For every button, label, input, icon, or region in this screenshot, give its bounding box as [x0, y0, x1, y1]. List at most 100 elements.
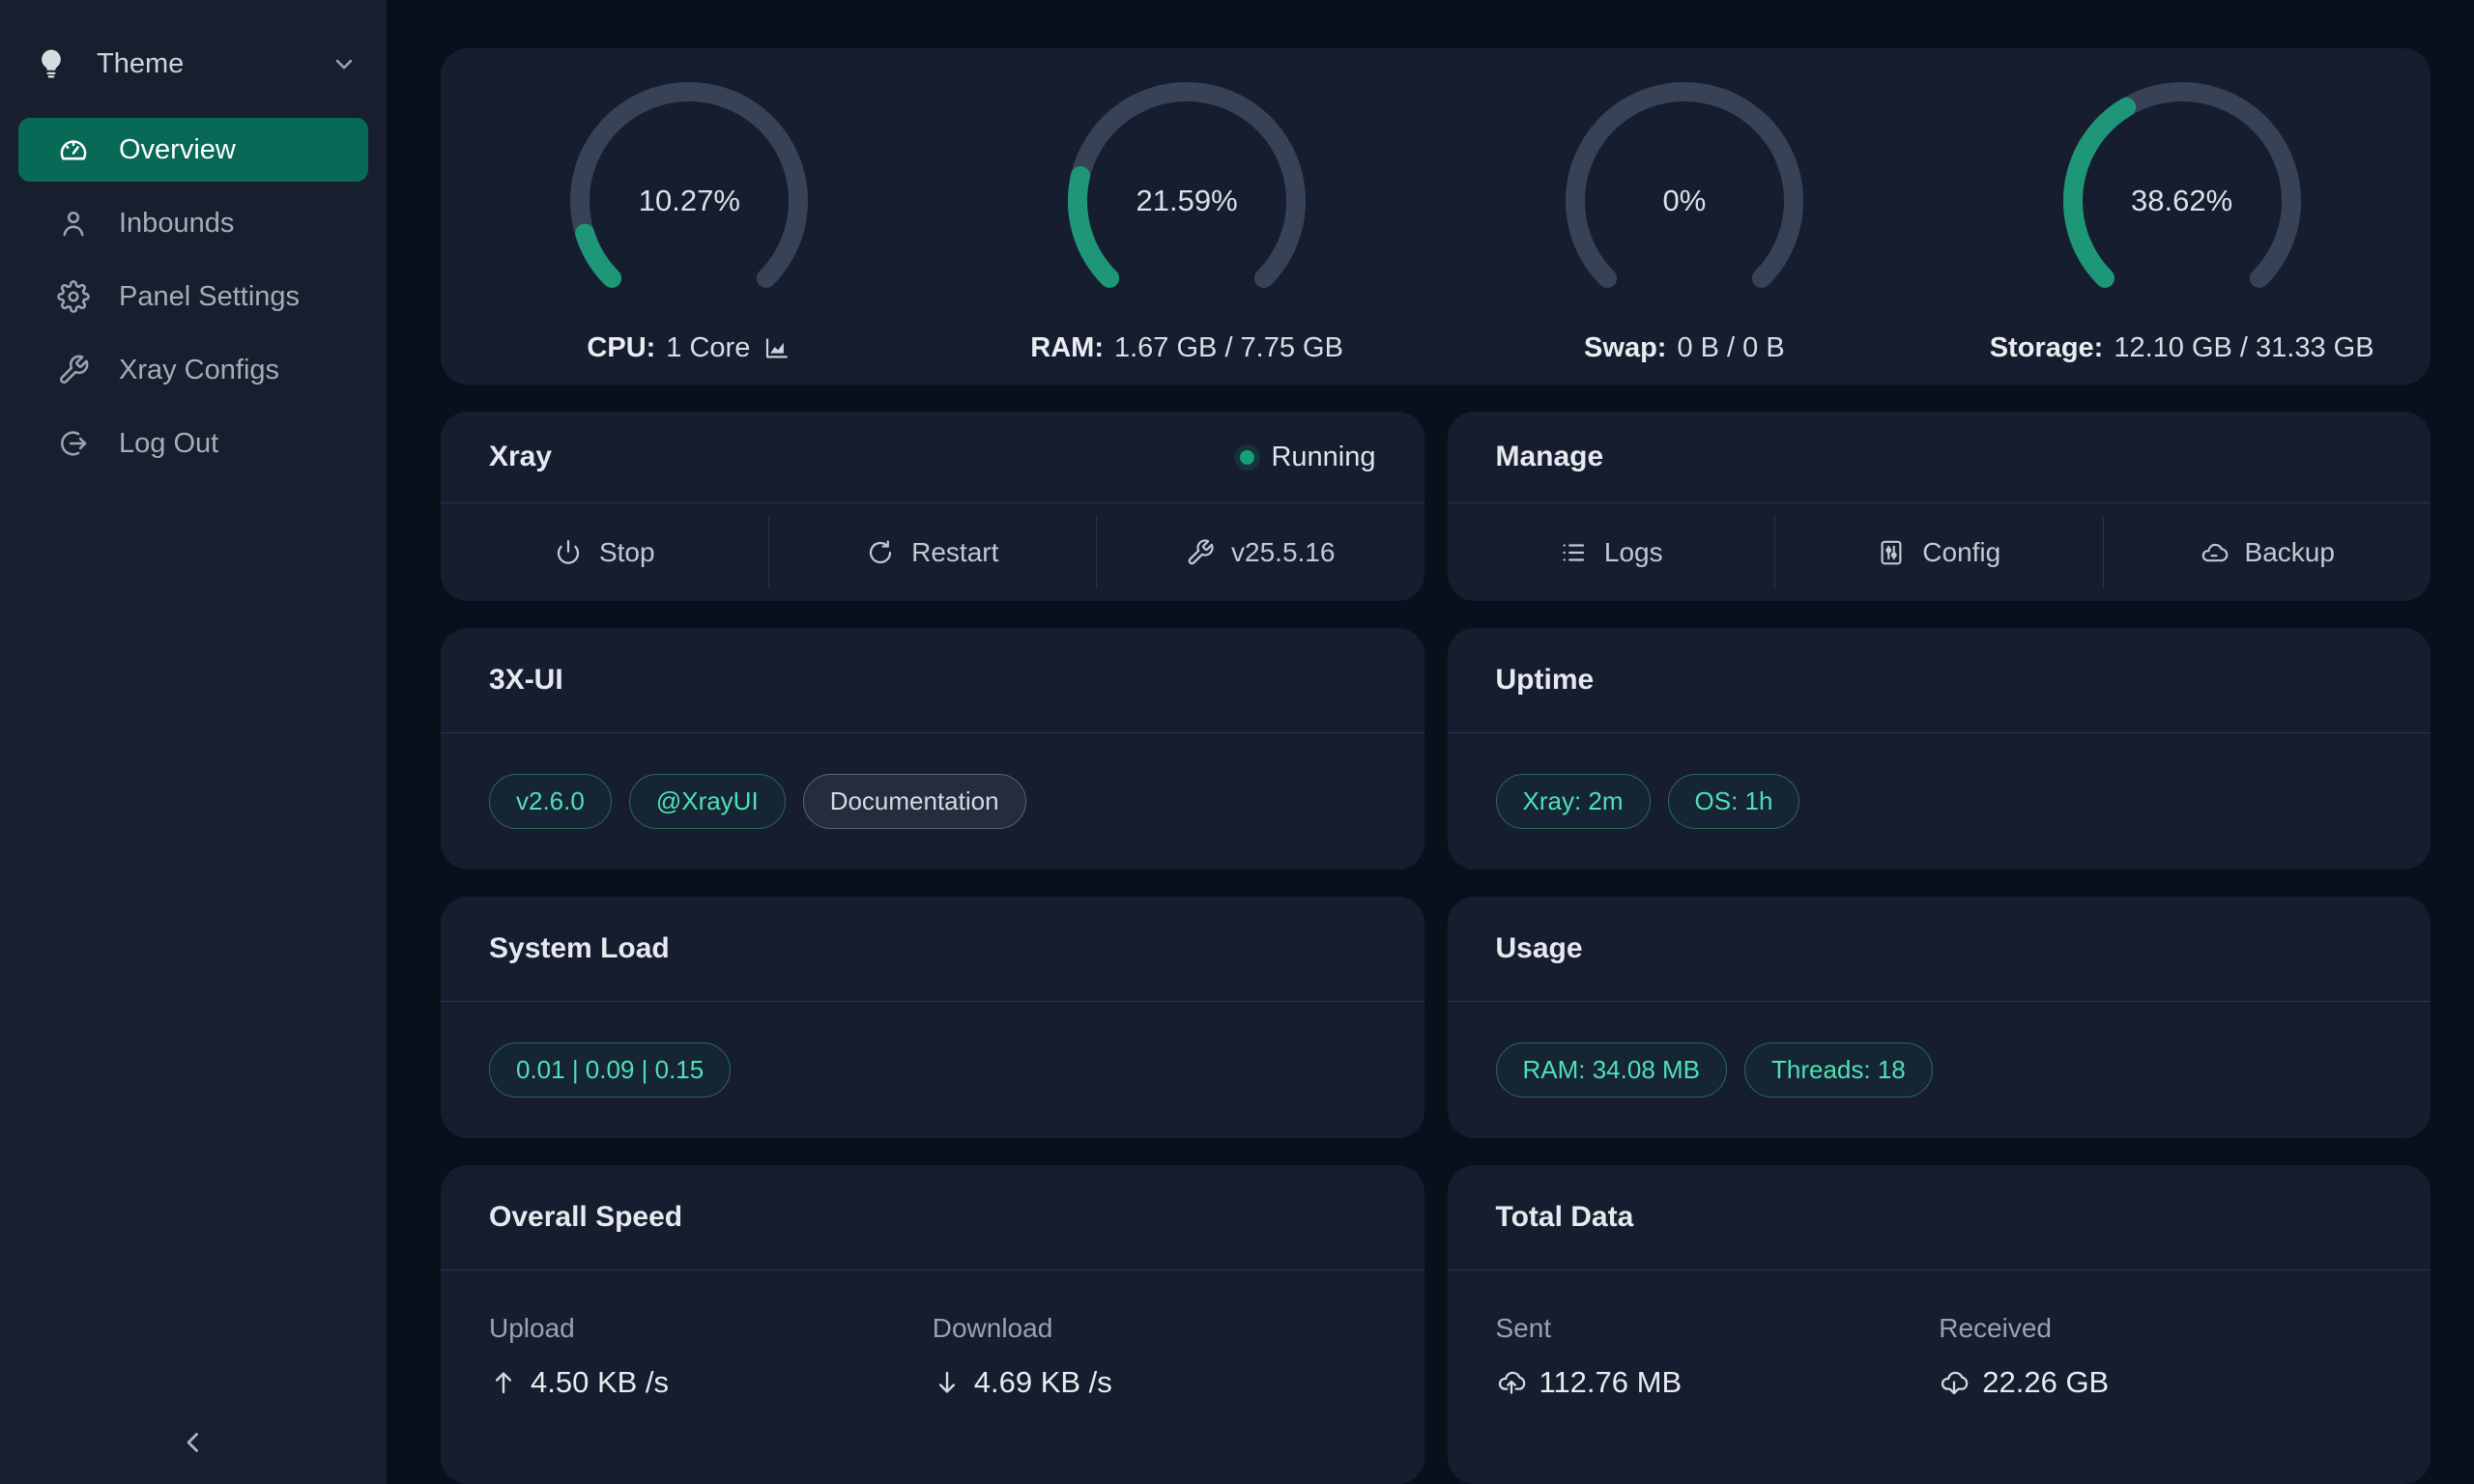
usage-card-header: Usage	[1448, 897, 2431, 1002]
swap-gauge: 0% Swap: 0 B / 0 B	[1436, 75, 1934, 364]
speed-metrics: Upload 4.50 KB /s Download	[441, 1270, 1424, 1484]
storage-gauge-value: 38.62%	[2057, 75, 2308, 327]
stop-button[interactable]: Stop	[441, 503, 768, 601]
config-button[interactable]: Config	[1775, 503, 2103, 601]
manage-card: Manage Logs	[1448, 412, 2431, 601]
card-title: Uptime	[1496, 664, 1595, 697]
system-stats-card: 10.27% CPU: 1 Core	[441, 48, 2431, 385]
xray-status: Running	[1240, 442, 1375, 473]
ram-gauge: 21.59% RAM: 1.67 GB / 7.75 GB	[938, 75, 1436, 364]
sidebar-item-label: Log Out	[119, 428, 218, 460]
wrench-icon	[1186, 538, 1215, 567]
status-dot	[1240, 450, 1254, 465]
swap-gauge-value: 0%	[1559, 75, 1810, 327]
xrayui-badge[interactable]: @XrayUI	[629, 774, 786, 829]
sidebar-item-inbounds[interactable]: Inbounds	[18, 191, 368, 255]
cloud-upload-icon	[1496, 1367, 1527, 1398]
xui-card-header: 3X-UI	[441, 628, 1424, 733]
backup-button[interactable]: Backup	[2104, 503, 2431, 601]
documentation-badge[interactable]: Documentation	[803, 774, 1026, 829]
app-window: Theme Overview	[0, 0, 2474, 1484]
received-value: 22.26 GB	[1939, 1365, 2382, 1400]
arrow-up-icon	[489, 1368, 518, 1397]
sidebar-item-label: Overview	[119, 134, 236, 166]
chevron-left-icon	[177, 1426, 210, 1459]
xray-actions: Stop Restart	[441, 503, 1424, 601]
arrow-down-icon	[933, 1368, 962, 1397]
xui-badges: v2.6.0 @XrayUI Documentation	[441, 733, 1424, 870]
wrench-icon	[57, 354, 90, 386]
xray-uptime-badge: Xray: 2m	[1496, 774, 1651, 829]
status-label: Running	[1271, 442, 1375, 473]
sidebar-item-xray-configs[interactable]: Xray Configs	[18, 338, 368, 402]
sidebar-item-log-out[interactable]: Log Out	[18, 412, 368, 475]
received-label: Received	[1939, 1313, 2382, 1344]
upload-label: Upload	[489, 1313, 933, 1344]
total-data-metrics: Sent 112.76 MB Received	[1448, 1270, 2431, 1484]
logs-button[interactable]: Logs	[1448, 503, 1775, 601]
card-title: Total Data	[1496, 1201, 1634, 1234]
system-load-card: System Load 0.01 | 0.09 | 0.15	[441, 897, 1424, 1138]
sidebar-collapse-button[interactable]	[0, 1416, 387, 1469]
usage-card: Usage RAM: 34.08 MB Threads: 18	[1448, 897, 2431, 1138]
os-uptime-badge: OS: 1h	[1668, 774, 1800, 829]
sidebar-item-label: Panel Settings	[119, 281, 300, 313]
sliders-icon	[1877, 538, 1906, 567]
sidebar-item-label: Inbounds	[119, 208, 234, 240]
overall-speed-card: Overall Speed Upload 4.50 KB /s	[441, 1165, 1424, 1484]
card-title: Usage	[1496, 932, 1583, 965]
card-title: 3X-UI	[489, 664, 563, 697]
storage-gauge: 38.62% Storage: 12.10 GB / 31.33 GB	[1933, 75, 2431, 364]
cpu-gauge: 10.27% CPU: 1 Core	[441, 75, 938, 364]
xray-version-button[interactable]: v25.5.16	[1097, 503, 1424, 601]
system-load-badges: 0.01 | 0.09 | 0.15	[441, 1002, 1424, 1138]
speedometer-icon	[57, 133, 90, 166]
manage-card-header: Manage	[1448, 412, 2431, 503]
overall-speed-card-header: Overall Speed	[441, 1165, 1424, 1270]
cloud-download-icon	[1939, 1367, 1970, 1398]
list-icon	[1559, 538, 1588, 567]
restart-button[interactable]: Restart	[769, 503, 1097, 601]
ram-gauge-value: 21.59%	[1061, 75, 1312, 327]
uptime-card: Uptime Xray: 2m OS: 1h	[1448, 628, 2431, 870]
xray-card-header: Xray Running	[441, 412, 1424, 503]
restart-icon	[866, 538, 895, 567]
sidebar-item-overview[interactable]: Overview	[18, 118, 368, 182]
cpu-gauge-label: CPU: 1 Core	[587, 332, 791, 364]
uptime-card-header: Uptime	[1448, 628, 2431, 733]
theme-selector[interactable]: Theme	[35, 33, 358, 95]
sidebar: Theme Overview	[0, 0, 387, 1484]
sent-label: Sent	[1496, 1313, 1940, 1344]
version-badge[interactable]: v2.6.0	[489, 774, 612, 829]
power-icon	[554, 538, 583, 567]
threads-badge: Threads: 18	[1744, 1042, 1933, 1098]
sent-metric: Sent 112.76 MB	[1496, 1270, 1940, 1484]
swap-gauge-label: Swap: 0 B / 0 B	[1584, 332, 1785, 364]
ram-usage-badge: RAM: 34.08 MB	[1496, 1042, 1728, 1098]
ram-gauge-label: RAM: 1.67 GB / 7.75 GB	[1030, 332, 1343, 364]
xui-card: 3X-UI v2.6.0 @XrayUI Documentation	[441, 628, 1424, 870]
sidebar-nav: Overview Inbounds Panel	[0, 118, 387, 475]
cpu-gauge-value: 10.27%	[563, 75, 815, 327]
load-average-badge: 0.01 | 0.09 | 0.15	[489, 1042, 731, 1098]
sent-value: 112.76 MB	[1496, 1365, 1940, 1400]
card-title: System Load	[489, 932, 670, 965]
download-metric: Download 4.69 KB /s	[933, 1270, 1376, 1484]
upload-metric: Upload 4.50 KB /s	[489, 1270, 933, 1484]
card-title: Xray	[489, 441, 552, 473]
area-chart-icon[interactable]	[762, 333, 791, 362]
usage-badges: RAM: 34.08 MB Threads: 18	[1448, 1002, 2431, 1138]
total-data-card: Total Data Sent 112.76 MB	[1448, 1165, 2431, 1484]
cloud-icon	[2200, 538, 2229, 567]
received-metric: Received 22.26 GB	[1939, 1270, 2382, 1484]
sidebar-item-panel-settings[interactable]: Panel Settings	[18, 265, 368, 328]
sidebar-item-label: Xray Configs	[119, 355, 279, 386]
system-load-card-header: System Load	[441, 897, 1424, 1002]
lightbulb-icon	[35, 47, 68, 80]
upload-value: 4.50 KB /s	[489, 1365, 933, 1400]
main-content: 10.27% CPU: 1 Core	[387, 0, 2474, 1484]
user-icon	[57, 207, 90, 240]
gear-icon	[57, 280, 90, 313]
theme-label: Theme	[97, 48, 184, 80]
card-title: Manage	[1496, 441, 1604, 473]
